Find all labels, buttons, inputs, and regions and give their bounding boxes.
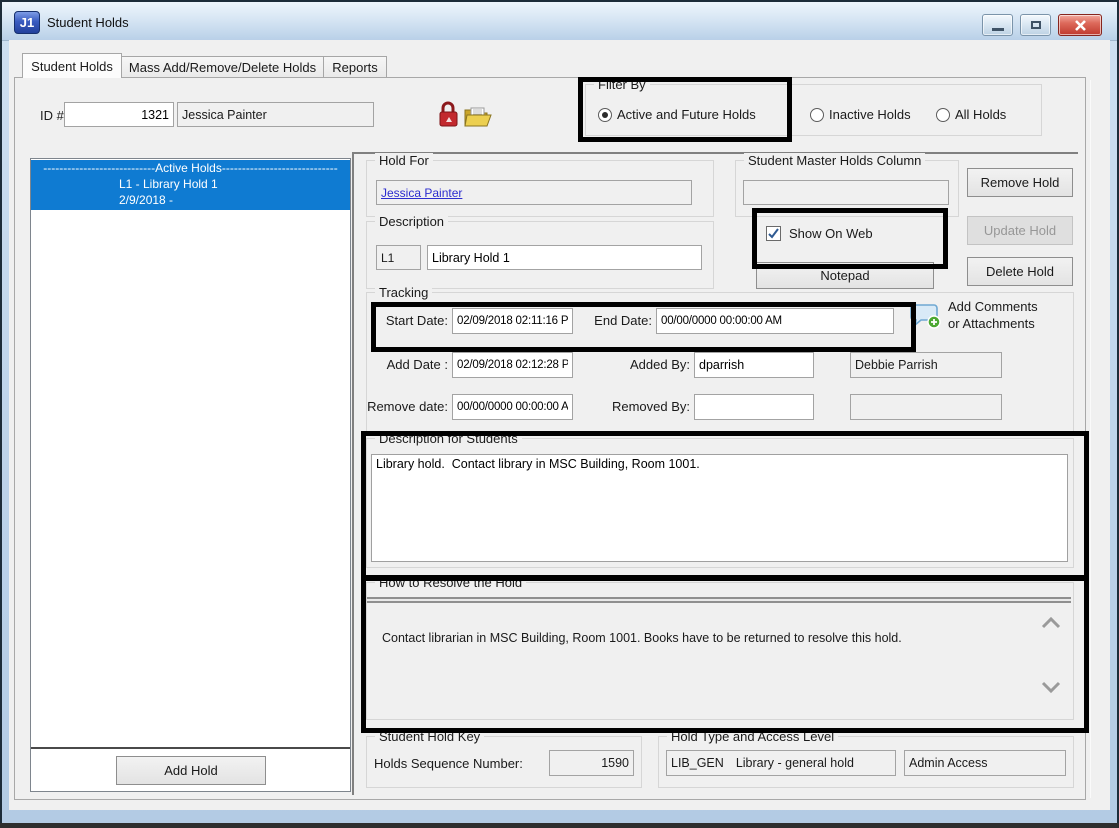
window-title: Student Holds xyxy=(47,15,129,30)
student-name-field: Jessica Painter xyxy=(177,102,374,127)
show-on-web-label[interactable]: Show On Web xyxy=(789,226,873,241)
start-date-input[interactable] xyxy=(452,308,573,334)
delete-hold-label: Delete Hold xyxy=(986,264,1054,279)
lock-icon[interactable] xyxy=(437,100,459,128)
hold-description-input[interactable] xyxy=(427,245,702,270)
open-folder-icon[interactable] xyxy=(463,104,493,128)
access-level-field: Admin Access xyxy=(904,750,1066,776)
hold-type-legend: Hold Type and Access Level xyxy=(667,729,838,744)
tab-mass-add-remove-delete[interactable]: Mass Add/Remove/Delete Holds xyxy=(121,56,324,78)
holds-list-group-header: ----------------------------Active Holds… xyxy=(31,160,350,176)
description-for-students-legend: Description for Students xyxy=(375,431,522,446)
tab-label: Reports xyxy=(332,60,378,75)
hold-for-link[interactable]: Jessica Painter xyxy=(381,186,462,200)
add-hold-label: Add Hold xyxy=(164,763,217,778)
radio-label-inactive[interactable]: Inactive Holds xyxy=(829,107,911,122)
notepad-button[interactable]: Notepad xyxy=(756,262,934,289)
resolve-content: Contact librarian in MSC Building, Room … xyxy=(368,603,1070,715)
description-for-students-textarea[interactable]: Library hold. Contact library in MSC Bui… xyxy=(371,454,1068,562)
maximize-button[interactable] xyxy=(1020,14,1051,36)
description-legend: Description xyxy=(375,214,448,229)
minimize-icon xyxy=(992,28,1004,31)
holds-list-selected-item[interactable]: ----------------------------Active Holds… xyxy=(31,160,350,210)
holds-sequence-field: 1590 xyxy=(549,750,634,776)
add-comments-line1[interactable]: Add Comments xyxy=(948,299,1038,314)
add-date-input[interactable] xyxy=(452,352,573,378)
tab-label: Student Holds xyxy=(31,59,113,74)
holds-sequence-value: 1590 xyxy=(601,756,629,770)
delete-hold-button[interactable]: Delete Hold xyxy=(967,257,1073,286)
holds-listbox[interactable] xyxy=(30,158,351,792)
hold-type-desc: Library - general hold xyxy=(736,756,854,770)
added-by-label: Added By: xyxy=(600,357,690,372)
title-bar: J1 Student Holds xyxy=(2,2,1117,41)
resolve-legend: How to Resolve the Hold xyxy=(375,575,526,590)
added-by-name: Debbie Parrish xyxy=(855,358,938,372)
radio-active-future-holds[interactable] xyxy=(598,108,612,122)
show-on-web-checkbox[interactable] xyxy=(766,226,781,241)
filter-by-legend: Filter By xyxy=(594,77,650,92)
remove-date-input[interactable] xyxy=(452,394,573,420)
checkmark-icon xyxy=(767,227,780,240)
hold-item-title: L1 - Library Hold 1 xyxy=(31,176,350,192)
tab-label: Mass Add/Remove/Delete Holds xyxy=(129,60,316,75)
id-label: ID # xyxy=(40,108,64,123)
hold-item-dates: 2/9/2018 - xyxy=(31,192,350,208)
master-holds-column-field xyxy=(743,180,949,205)
add-date-label: Add Date : xyxy=(378,357,448,372)
hold-type-field: LIB_GEN Library - general hold xyxy=(666,750,896,776)
update-hold-label: Update Hold xyxy=(984,223,1056,238)
end-date-input[interactable] xyxy=(656,308,894,334)
scroll-up-icon[interactable] xyxy=(1040,615,1062,631)
start-date-label: Start Date: xyxy=(378,313,448,328)
holds-sequence-label: Holds Sequence Number: xyxy=(374,756,523,771)
tab-reports[interactable]: Reports xyxy=(323,56,387,78)
removed-by-label: Removed By: xyxy=(600,399,690,414)
update-hold-button: Update Hold xyxy=(967,216,1073,245)
close-button[interactable] xyxy=(1058,14,1102,36)
scroll-down-icon[interactable] xyxy=(1040,679,1062,695)
hold-type-code: LIB_GEN xyxy=(671,756,724,770)
added-by-input[interactable] xyxy=(694,352,814,378)
id-input[interactable] xyxy=(64,102,174,127)
add-hold-button[interactable]: Add Hold xyxy=(116,756,266,785)
added-by-name-field: Debbie Parrish xyxy=(850,352,1002,378)
removed-by-input[interactable] xyxy=(694,394,814,420)
tab-student-holds[interactable]: Student Holds xyxy=(22,53,122,78)
add-comments-icon[interactable] xyxy=(910,300,942,332)
restore-icon xyxy=(1031,21,1041,29)
radio-all-holds[interactable] xyxy=(936,108,950,122)
minimize-button[interactable] xyxy=(982,14,1013,36)
hold-code-field: L1 xyxy=(376,245,421,270)
screen: J1 Student Holds Student Holds Mass Add/… xyxy=(0,0,1119,828)
access-level-value: Admin Access xyxy=(909,756,988,770)
add-comments-line2[interactable]: or Attachments xyxy=(948,316,1035,331)
radio-label-active-future[interactable]: Active and Future Holds xyxy=(617,107,756,122)
resolve-text: Contact librarian in MSC Building, Room … xyxy=(382,631,1020,645)
remove-hold-label: Remove Hold xyxy=(981,175,1060,190)
hold-for-legend: Hold For xyxy=(375,153,433,168)
tracking-legend: Tracking xyxy=(375,285,432,300)
hold-code: L1 xyxy=(381,251,394,265)
remove-date-label: Remove date: xyxy=(362,399,448,414)
student-name: Jessica Painter xyxy=(182,108,267,122)
end-date-label: End Date: xyxy=(584,313,652,328)
radio-label-all[interactable]: All Holds xyxy=(955,107,1006,122)
removed-by-name-field xyxy=(850,394,1002,420)
close-icon xyxy=(1075,20,1086,31)
student-hold-key-legend: Student Hold Key xyxy=(375,729,484,744)
right-edge-highlight xyxy=(1090,80,1091,798)
master-holds-column-legend: Student Master Holds Column xyxy=(744,153,925,168)
app-icon: J1 xyxy=(14,11,40,34)
hold-for-field: Jessica Painter xyxy=(376,180,692,205)
list-separator xyxy=(31,747,350,749)
notepad-label: Notepad xyxy=(820,268,869,283)
bottom-edge xyxy=(0,823,1119,828)
remove-hold-button[interactable]: Remove Hold xyxy=(967,168,1073,197)
radio-inactive-holds[interactable] xyxy=(810,108,824,122)
